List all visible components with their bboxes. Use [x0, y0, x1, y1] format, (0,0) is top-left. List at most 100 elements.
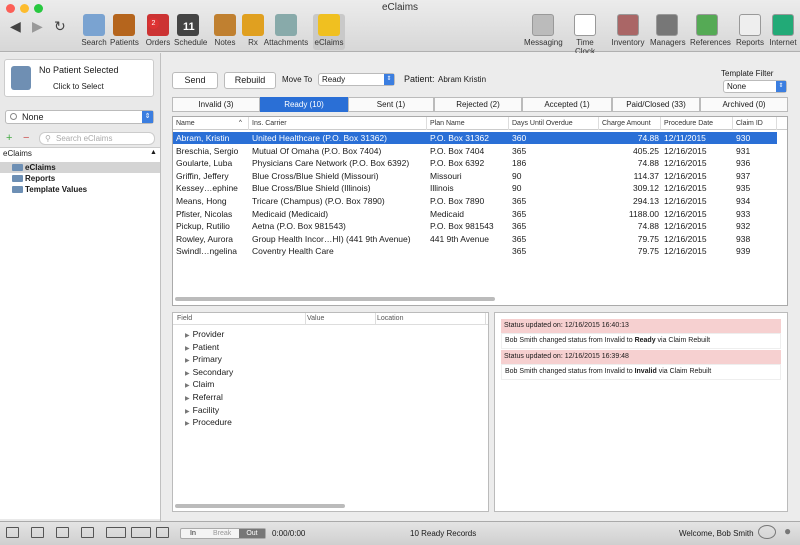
internet-icon: [772, 14, 794, 36]
schedule-icon[interactable]: [131, 527, 151, 538]
toolbar-reports[interactable]: Reports: [733, 14, 767, 50]
field-node-facility[interactable]: ▶ Facility: [185, 405, 219, 415]
log-status: Ready: [634, 337, 656, 344]
filter-select[interactable]: None ⇕: [5, 110, 154, 124]
click-select-label: Click to Select: [53, 82, 104, 91]
tab-archived-0[interactable]: Archived (0): [700, 97, 788, 112]
field-node-procedure[interactable]: ▶ Procedure: [185, 417, 232, 427]
horizontal-scrollbar[interactable]: [175, 297, 495, 301]
toolbar-search[interactable]: Search: [80, 14, 108, 50]
field-node-label: Primary: [192, 354, 222, 365]
move-to-select[interactable]: Ready ⇕: [318, 73, 395, 86]
toolbar-attachments[interactable]: Attachments: [263, 14, 309, 50]
field-node-referral[interactable]: ▶ Referral: [185, 392, 223, 402]
tab-sent-1[interactable]: Sent (1): [348, 97, 434, 112]
tab-paid-closed-33[interactable]: Paid/Closed (33): [612, 97, 700, 112]
lightbulb-icon[interactable]: ●: [784, 524, 791, 538]
folder-icon: [12, 175, 23, 182]
template-filter-select[interactable]: None ⇕: [723, 80, 787, 93]
column-header-name[interactable]: Name: [173, 117, 249, 130]
column-header-days-until-overdue[interactable]: Days Until Overdue: [509, 117, 599, 130]
table-row[interactable]: Rowley, Aurora Group Health Incor…HI) (44…: [173, 233, 777, 245]
back-icon[interactable]: ◀: [10, 18, 21, 35]
toolbar-managers[interactable]: Managers: [650, 14, 686, 50]
table-row[interactable]: Breschia, Sergio Mutual Of Omaha (P.O. Bo…: [173, 145, 777, 157]
toolbar-label: eClaims: [314, 38, 344, 47]
send-button[interactable]: Send: [172, 72, 218, 89]
table-row[interactable]: Pickup, Rutilio Aetna (P.O. Box 981543) P.…: [173, 220, 777, 232]
remove-icon[interactable]: −: [23, 132, 29, 144]
sidebar-item-template-values[interactable]: Template Values: [0, 184, 160, 195]
search-placeholder: Search eClaims: [56, 134, 113, 143]
rebuild-button[interactable]: Rebuild: [224, 72, 276, 89]
cell-claim-id: 930: [736, 133, 751, 143]
clock-out-button[interactable]: Out: [239, 529, 265, 538]
header-icon[interactable]: [156, 527, 169, 538]
cell-days-until-overdue: 90: [512, 170, 522, 181]
field-node-secondary[interactable]: ▶ Secondary: [185, 367, 233, 377]
toolbar-messaging[interactable]: Messaging: [524, 14, 563, 50]
table-row[interactable]: Kessey…ephine Blue Cross/Blue Shield (Ill…: [173, 182, 777, 194]
template-filter-label: Template Filter: [721, 69, 774, 78]
add-icon[interactable]: +: [6, 132, 12, 144]
toolbar-notes[interactable]: Notes: [211, 14, 239, 50]
signature-icon[interactable]: [31, 527, 44, 538]
break-button[interactable]: Break: [213, 529, 231, 538]
log-text: Bob Smith changed status from Invalid to: [505, 368, 635, 375]
toolbar-label: Search: [81, 38, 107, 47]
sidebar-item-reports[interactable]: Reports: [0, 173, 160, 184]
field-node-label: Claim: [192, 379, 215, 390]
column-header-ins-carrier[interactable]: Ins. Carrier: [249, 117, 427, 130]
cell-name: Breschia, Sergio: [176, 145, 239, 156]
grid-icon[interactable]: [81, 527, 94, 538]
refresh-icon[interactable]: ↻: [54, 18, 66, 35]
sidebar-item-eclaims[interactable]: eClaims: [0, 162, 160, 173]
column-header-plan-name[interactable]: Plan Name: [427, 117, 509, 130]
forward-icon[interactable]: ▶: [32, 18, 43, 35]
id-card-icon[interactable]: [56, 527, 69, 538]
cell-days-until-overdue: 90: [512, 183, 522, 194]
toolbar-time-clock[interactable]: Time Clock: [568, 14, 602, 56]
cell-ins-carrier: Aetna (P.O. Box 981543): [252, 221, 346, 232]
contacts-icon[interactable]: [106, 527, 126, 538]
table-row[interactable]: Pfister, Nicolas Medicaid (Medicaid) Medic…: [173, 208, 777, 220]
cell-days-until-overdue: 186: [512, 158, 527, 169]
tab-accepted-1[interactable]: Accepted (1): [522, 97, 612, 112]
table-row[interactable]: Griffin, Jeffery Blue Cross/Blue Shield (…: [173, 170, 777, 182]
chat-icon[interactable]: [758, 525, 776, 539]
search-input[interactable]: ⚲ Search eClaims: [39, 132, 155, 145]
field-node-claim[interactable]: ▶ Claim: [185, 379, 214, 389]
table-row[interactable]: Means, Hong Tricare (Champus) (P.O. Box 7…: [173, 195, 777, 207]
table-row[interactable]: Abram, Kristin United Healthcare (P.O. Bo…: [173, 132, 777, 144]
chevron-updown-icon: ⇕: [384, 74, 394, 85]
field-node-patient[interactable]: ▶ Patient: [185, 342, 219, 352]
horizontal-scrollbar[interactable]: [175, 504, 345, 508]
tab-ready-10[interactable]: Ready (10): [260, 97, 348, 112]
notes-icon: [214, 14, 236, 36]
cell-charge-amount: 114.37: [633, 170, 659, 181]
toolbar-label: Inventory: [611, 38, 645, 47]
column-header-claim-id[interactable]: Claim ID: [733, 117, 777, 130]
clock-in-button[interactable]: In: [190, 529, 196, 538]
patient-selector[interactable]: No Patient Selected Click to Select: [4, 59, 154, 97]
column-header-charge-amount[interactable]: Charge Amount: [599, 117, 661, 130]
toolbar-patients[interactable]: Patients: [110, 14, 139, 50]
table-row[interactable]: Goularte, Luba Physicians Care Network (P…: [173, 157, 777, 169]
log-text: via Claim Rebuilt: [656, 368, 712, 375]
sidebar-toggle-icon[interactable]: [6, 527, 19, 538]
collapse-icon[interactable]: ▲: [150, 149, 157, 156]
column-header-procedure-date[interactable]: Procedure Date: [661, 117, 733, 130]
column-header-value: Value: [306, 313, 376, 325]
toolbar-internet[interactable]: Internet: [766, 14, 800, 50]
field-node-provider[interactable]: ▶ Provider: [185, 329, 224, 339]
tab-rejected-2[interactable]: Rejected (2): [434, 97, 522, 112]
table-row[interactable]: Swindl…ngelina Coventry Health Care 365 79.…: [173, 245, 777, 257]
disclosure-triangle-icon: ▶: [185, 396, 190, 402]
toolbar-references[interactable]: References: [690, 14, 731, 50]
toolbar-eclaims[interactable]: eClaims: [313, 14, 345, 50]
time-clock-toggle[interactable]: In Break Out: [180, 528, 266, 539]
toolbar-inventory[interactable]: Inventory: [611, 14, 645, 50]
field-node-primary[interactable]: ▶ Primary: [185, 354, 222, 364]
log-status: Invalid: [634, 368, 657, 375]
tab-invalid-3[interactable]: Invalid (3): [172, 97, 260, 112]
